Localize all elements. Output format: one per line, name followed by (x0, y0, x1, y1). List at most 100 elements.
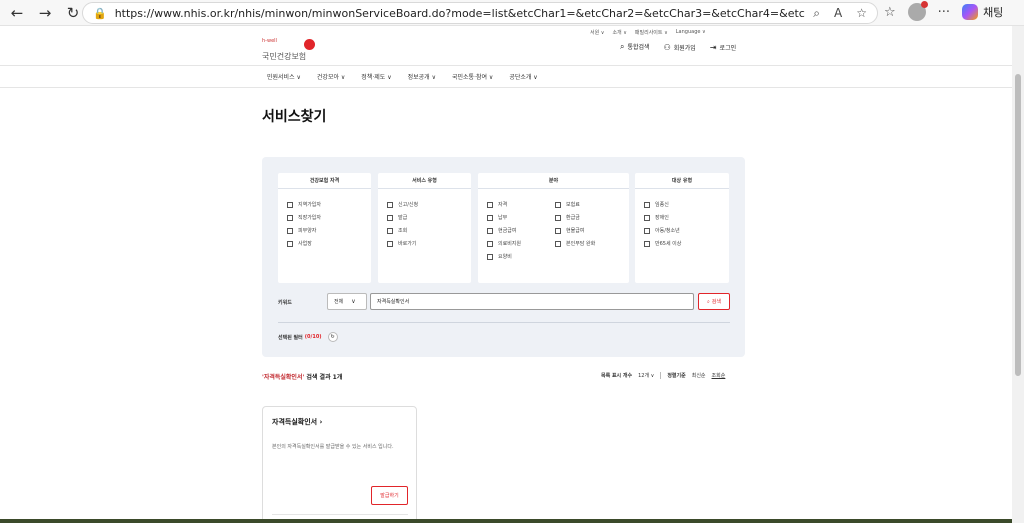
checkbox-item[interactable]: 발급 (387, 211, 418, 224)
checkbox-item[interactable]: 조회 (387, 224, 418, 237)
filter-column-field: 분야 자격 납부 현금급여 의료비지원 요양비 보험료 환급금 현물급여 본인부… (478, 173, 629, 283)
signup-link[interactable]: ⚇ 회원가입 (664, 43, 696, 52)
utility-links: 서원 ∨ 소개 ∨ 패밀리사이트 ∨ Language ∨ (590, 29, 706, 36)
checkbox[interactable] (644, 201, 650, 208)
checkbox[interactable] (555, 240, 561, 247)
signup-label: 회원가입 (673, 44, 696, 52)
gnb-item[interactable]: 건강모아 ∨ (317, 72, 345, 81)
checkbox-item[interactable]: 본인부담 완화 (555, 237, 595, 250)
checkbox-item[interactable]: 지역가입자 (287, 198, 321, 211)
checkbox-label: 현금급여 (498, 228, 517, 234)
divider (660, 372, 662, 379)
checkbox-label: 신고/신청 (398, 202, 419, 208)
sort-views[interactable]: 조회순 (712, 372, 726, 379)
checkbox[interactable] (487, 227, 493, 234)
checkbox-item[interactable]: 현금급여 (487, 224, 521, 237)
gnb-item[interactable]: 민원서비스 ∨ (267, 72, 301, 81)
checkbox[interactable] (487, 214, 493, 221)
zoom-icon[interactable]: ⌕ (813, 6, 820, 21)
url-text[interactable]: https://www.nhis.or.kr/nhis/minwon/minwo… (115, 7, 805, 20)
checkbox-item[interactable]: 임종신 (644, 198, 681, 211)
logo-mark-icon (304, 39, 315, 50)
checkbox[interactable] (387, 227, 393, 234)
checkbox-item[interactable]: 신고/신청 (387, 198, 418, 211)
login-link[interactable]: ⇥ 로그인 (710, 43, 736, 52)
service-card-title[interactable]: 자격득실확인서 › (272, 417, 322, 427)
checkbox-item[interactable]: 보험료 (555, 198, 595, 211)
keyword-label: 키워드 (278, 300, 292, 306)
integrated-search-link[interactable]: ⌕ 통합검색 (620, 42, 650, 52)
checkbox-item[interactable]: 요양비 (487, 250, 521, 263)
checkbox[interactable] (387, 214, 393, 221)
checkbox[interactable] (287, 201, 293, 208)
gnb-item[interactable]: 국민소통·참여 ∨ (452, 72, 493, 81)
checkbox-label: 현물급여 (566, 228, 585, 234)
per-page-select[interactable]: 12개 ∨ (638, 372, 654, 379)
site-logo[interactable]: h-well 국민건강보험 (262, 38, 315, 63)
checkbox[interactable] (287, 214, 293, 221)
logo-name: 국민건강보험 (262, 52, 307, 61)
checkbox[interactable] (387, 201, 393, 208)
checkbox-item[interactable]: 바로가기 (387, 237, 418, 250)
login-label: 로그인 (719, 44, 737, 52)
reset-icon[interactable]: ↻ (327, 332, 338, 342)
address-bar[interactable]: 🔒 https://www.nhis.or.kr/nhis/minwon/min… (82, 2, 878, 24)
integrated-search-label: 통합검색 (627, 44, 650, 51)
checkbox-item[interactable]: 의료비지원 (487, 237, 521, 250)
copilot-chat-button[interactable]: 채팅 (962, 4, 1003, 20)
checkbox[interactable] (487, 240, 493, 247)
checkbox-item[interactable]: 피부양자 (287, 224, 321, 237)
checkbox-item[interactable]: 자격 (487, 198, 521, 211)
checkbox-label: 본인부담 완화 (566, 241, 596, 247)
checkbox[interactable] (555, 214, 561, 221)
checkbox-item[interactable]: 만65세 이상 (644, 237, 681, 250)
checkbox[interactable] (487, 253, 493, 260)
language-select[interactable]: Language ∨ (676, 29, 706, 36)
checkbox[interactable] (287, 227, 293, 234)
checkbox[interactable] (487, 201, 493, 208)
checkbox-item[interactable]: 아동/청소년 (644, 224, 681, 237)
forward-icon[interactable]: → (34, 2, 56, 24)
favorites-icon[interactable]: ☆ (884, 5, 896, 20)
site-info-icon[interactable]: 🔒 (93, 7, 107, 20)
checkbox[interactable] (644, 227, 650, 234)
checkbox-label: 장애인 (655, 215, 669, 221)
gnb-item[interactable]: 정보공개 ∨ (408, 72, 436, 81)
checkbox[interactable] (644, 214, 650, 221)
issue-button[interactable]: 발급하기 (371, 486, 408, 505)
checkbox-item[interactable]: 직장가입자 (287, 211, 321, 224)
util-link[interactable]: 소개 ∨ (612, 29, 626, 36)
checkbox-item[interactable]: 사업장 (287, 237, 321, 250)
checkbox-label: 직장가입자 (298, 215, 322, 221)
more-menu-icon[interactable]: ··· (938, 5, 950, 20)
scrollbar-thumb[interactable] (1015, 74, 1021, 376)
user-plus-icon: ⚇ (663, 42, 671, 52)
read-aloud-icon[interactable]: A (834, 6, 842, 21)
checkbox[interactable] (287, 240, 293, 247)
util-link[interactable]: 패밀리사이트 ∨ (635, 29, 668, 36)
checkbox-item[interactable]: 환급금 (555, 211, 595, 224)
profile-avatar[interactable] (907, 1, 928, 21)
back-icon[interactable]: ← (6, 2, 28, 24)
checkbox-item[interactable]: 장애인 (644, 211, 681, 224)
checkbox[interactable] (644, 240, 650, 247)
page-scrollbar[interactable] (1012, 26, 1024, 523)
checkbox-item[interactable]: 납부 (487, 211, 521, 224)
checkbox-label: 자격 (498, 202, 508, 208)
search-button[interactable]: ⌕ 검색 (698, 293, 730, 310)
keyword-scope-select[interactable]: 전체 ∨ (327, 293, 367, 310)
checkbox-item[interactable]: 현물급여 (555, 224, 595, 237)
result-options: 목록 표시 개수 12개 ∨ 정렬기준 최신순 조회순 (601, 372, 725, 379)
checkbox-label: 사업장 (298, 241, 312, 247)
gnb-item[interactable]: 정책·제도 ∨ (361, 72, 391, 81)
chevron-down-icon: ∨ (351, 298, 356, 305)
checkbox[interactable] (387, 240, 393, 247)
favorite-star-icon[interactable]: ☆ (856, 6, 867, 21)
refresh-icon[interactable]: ↻ (62, 2, 84, 24)
gnb-item[interactable]: 공단소개 ∨ (509, 72, 537, 81)
sort-newest[interactable]: 최신순 (692, 372, 706, 379)
util-link[interactable]: 서원 ∨ (590, 29, 604, 36)
keyword-search-input[interactable] (370, 293, 694, 310)
checkbox[interactable] (555, 201, 561, 208)
checkbox[interactable] (555, 227, 561, 234)
